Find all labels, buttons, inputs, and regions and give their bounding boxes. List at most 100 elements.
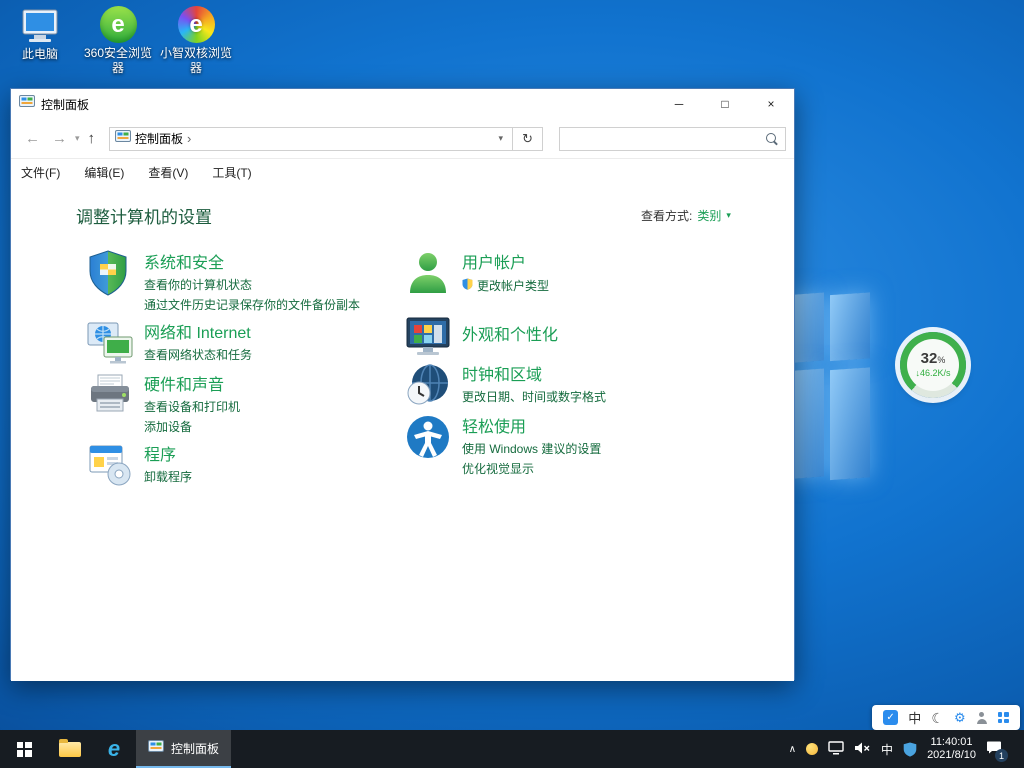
search-icon xyxy=(765,132,779,146)
category-hardware-sound: 硬件和声音 查看设备和打印机 添加设备 xyxy=(86,371,240,435)
ime-toolbar: ✓ 中 ☾ ⚙ xyxy=(872,705,1020,730)
wallpaper-windows-logo xyxy=(788,289,876,491)
task-label: 控制面板 xyxy=(171,740,219,757)
defender-shield-icon[interactable] xyxy=(903,742,917,757)
category-title[interactable]: 轻松使用 xyxy=(462,413,601,437)
ease-of-access-icon xyxy=(404,413,452,477)
ime-fullhalf-moon-icon[interactable]: ☾ xyxy=(931,711,944,725)
browser-button[interactable]: e xyxy=(92,730,136,768)
tray-clock[interactable]: 11:40:01 2021/8/10 xyxy=(927,736,976,762)
desktop-icon-label: 360安全浏览器 xyxy=(80,46,156,76)
desktop-icon-label: 此电脑 xyxy=(2,47,78,62)
ime-mode-toggle[interactable]: 中 xyxy=(908,708,921,727)
tray-date: 2021/8/10 xyxy=(927,749,976,762)
maximize-button[interactable]: □ xyxy=(702,89,748,119)
window-titlebar[interactable]: 控制面板 ─ □ × xyxy=(11,89,794,119)
notification-badge: 1 xyxy=(995,749,1008,762)
ime-account-icon[interactable] xyxy=(976,712,988,724)
desktop-icon-xiaozhi-browser[interactable]: e 小智双核浏览器 xyxy=(158,5,234,76)
ime-menu-icon[interactable] xyxy=(998,712,1009,723)
category-link[interactable]: 查看你的计算机状态 xyxy=(144,278,360,293)
menu-file[interactable]: 文件(F) xyxy=(21,164,60,181)
category-link[interactable]: 更改日期、时间或数字格式 xyxy=(462,390,606,405)
tray-expand-icon[interactable]: ∧ xyxy=(789,744,796,755)
appearance-personalization-icon xyxy=(404,313,452,366)
category-link[interactable]: 优化视觉显示 xyxy=(462,462,601,477)
desktop: 此电脑 e 360安全浏览器 e 小智双核浏览器 控制面板 ─ xyxy=(0,0,1024,768)
logo-pane xyxy=(830,367,870,480)
category-link[interactable]: 更改帐户类型 xyxy=(462,278,549,294)
ime-logo-icon[interactable]: ✓ xyxy=(883,710,898,725)
network-internet-icon xyxy=(86,319,134,372)
network-icon[interactable] xyxy=(828,741,844,758)
forward-button[interactable]: → xyxy=(46,130,73,147)
category-title[interactable]: 网络和 Internet xyxy=(144,319,252,343)
hardware-sound-icon xyxy=(86,371,134,435)
control-panel-icon xyxy=(148,739,164,758)
close-button[interactable]: × xyxy=(748,89,794,119)
system-security-icon xyxy=(86,249,134,313)
recent-pages-dropdown-icon[interactable]: ▾ xyxy=(73,133,82,144)
control-panel-icon xyxy=(115,129,131,148)
tray-ime-indicator[interactable]: 中 xyxy=(881,741,893,758)
logo-pane xyxy=(830,292,870,361)
category-link[interactable]: 查看设备和打印机 xyxy=(144,400,240,415)
category-link[interactable]: 添加设备 xyxy=(144,420,240,435)
category-link-label: 更改帐户类型 xyxy=(477,279,549,294)
ime-tools-icon[interactable]: ⚙ xyxy=(954,711,966,724)
navigation-bar: ← → ▾ ↑ 控制面板 › ▾ ↻ xyxy=(11,119,794,159)
control-panel-content: 调整计算机的设置 查看方式: 类别 ▾ xyxy=(11,185,794,681)
category-system-security: 系统和安全 查看你的计算机状态 通过文件历史记录保存你的文件备份副本 xyxy=(86,249,360,313)
uac-shield-icon xyxy=(462,278,473,294)
desktop-icon-label: 小智双核浏览器 xyxy=(158,46,234,76)
file-explorer-button[interactable] xyxy=(48,730,92,768)
menu-tools[interactable]: 工具(T) xyxy=(212,164,251,181)
speed-gauge-widget[interactable]: 32% ↓46.2K/s xyxy=(900,332,966,398)
back-button[interactable]: ← xyxy=(19,130,46,147)
category-link[interactable]: 使用 Windows 建议的设置 xyxy=(462,442,601,457)
taskbar-task-control-panel[interactable]: 控制面板 xyxy=(136,730,231,768)
category-user-accounts: 用户帐户 更改帐户类型 xyxy=(404,249,549,302)
this-pc-icon xyxy=(2,6,78,44)
category-title[interactable]: 时钟和区域 xyxy=(462,361,606,385)
category-title[interactable]: 系统和安全 xyxy=(144,249,360,273)
category-title[interactable]: 用户帐户 xyxy=(462,249,549,273)
category-title[interactable]: 硬件和声音 xyxy=(144,371,240,395)
refresh-button[interactable]: ↻ xyxy=(513,127,543,151)
volume-muted-icon[interactable] xyxy=(854,741,871,758)
control-panel-icon xyxy=(19,94,35,115)
menu-view[interactable]: 查看(V) xyxy=(148,164,188,181)
minimize-button[interactable]: ─ xyxy=(656,89,702,119)
menu-edit[interactable]: 编辑(E) xyxy=(84,164,124,181)
gauge-percent-value: 32 xyxy=(921,350,938,367)
xiaozhi-browser-icon: e xyxy=(158,5,234,43)
category-title[interactable]: 程序 xyxy=(144,441,192,465)
tray-360-icon[interactable] xyxy=(806,743,818,755)
address-bar[interactable]: 控制面板 › ▾ xyxy=(109,127,513,151)
desktop-icon-360-browser[interactable]: e 360安全浏览器 xyxy=(80,5,156,76)
page-title: 调整计算机的设置 xyxy=(76,203,212,228)
view-by-value[interactable]: 类别 xyxy=(697,207,721,224)
search-input[interactable] xyxy=(566,132,765,146)
category-programs: 程序 卸载程序 xyxy=(86,441,192,494)
search-box[interactable] xyxy=(559,127,786,151)
taskbar: e 控制面板 ∧ xyxy=(0,730,1024,768)
view-by-label: 查看方式: xyxy=(641,207,692,224)
action-center-button[interactable]: 1 xyxy=(986,740,1002,758)
up-button[interactable]: ↑ xyxy=(82,130,102,147)
control-panel-window: 控制面板 ─ □ × ← → ▾ ↑ 控 xyxy=(10,88,795,680)
category-link[interactable]: 通过文件历史记录保存你的文件备份副本 xyxy=(144,298,360,313)
view-by-dropdown-icon[interactable]: ▾ xyxy=(726,210,731,221)
category-title[interactable]: 外观和个性化 xyxy=(462,321,558,345)
category-link[interactable]: 查看网络状态和任务 xyxy=(144,348,252,363)
desktop-icon-this-pc[interactable]: 此电脑 xyxy=(2,6,78,62)
address-dropdown-icon[interactable]: ▾ xyxy=(495,133,508,144)
category-network-internet: 网络和 Internet 查看网络状态和任务 xyxy=(86,319,252,372)
breadcrumb[interactable]: 控制面板 xyxy=(135,130,183,147)
start-button[interactable] xyxy=(0,730,48,768)
breadcrumb-chevron-icon[interactable]: › xyxy=(187,131,191,146)
category-link[interactable]: 卸载程序 xyxy=(144,470,192,485)
windows-logo-icon xyxy=(17,742,32,757)
menu-bar: 文件(F) 编辑(E) 查看(V) 工具(T) xyxy=(11,159,794,185)
gauge-face: 32% ↓46.2K/s xyxy=(907,339,959,391)
